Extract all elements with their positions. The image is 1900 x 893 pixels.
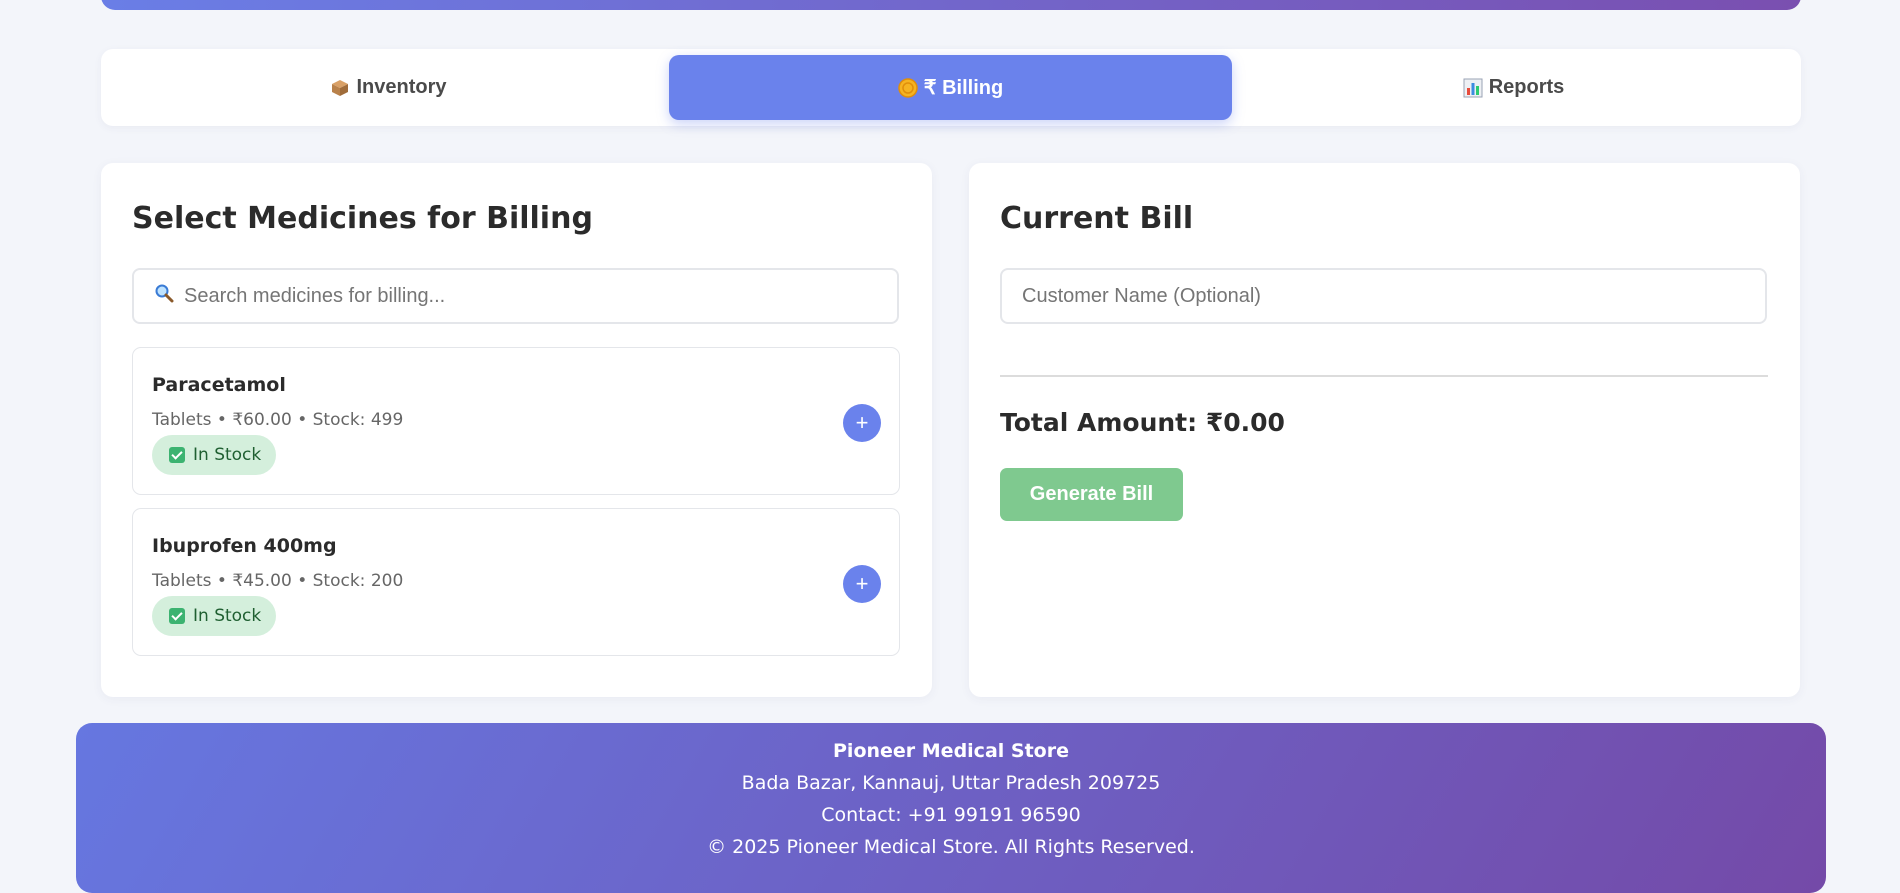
tab-inventory[interactable]: Inventory — [107, 55, 670, 120]
badge-label: In Stock — [193, 445, 262, 465]
tab-reports[interactable]: Reports — [1232, 55, 1795, 120]
check-icon — [169, 608, 185, 624]
stock-status-badge: In Stock — [152, 435, 277, 475]
coin-icon — [898, 77, 918, 98]
medicine-card: Ibuprofen 400mg Tablets • ₹45.00 • Stock… — [132, 508, 900, 656]
total-amount: Total Amount: ₹0.00 — [1000, 408, 1285, 437]
store-address: Bada Bazar, Kannauj, Uttar Pradesh 20972… — [741, 772, 1161, 794]
copyright: © 2025 Pioneer Medical Store. All Rights… — [707, 836, 1195, 858]
tab-label: ₹ Billing — [923, 77, 1004, 99]
medicine-selection-panel: Select Medicines for Billing Search medi… — [101, 163, 932, 697]
footer: Pioneer Medical Store Bada Bazar, Kannau… — [76, 723, 1826, 893]
panel-title: Current Bill — [1000, 201, 1194, 236]
customer-name-input[interactable]: Customer Name (Optional) — [1000, 268, 1767, 324]
medicine-search-input[interactable]: Search medicines for billing... — [132, 268, 899, 324]
stock-status-badge: In Stock — [152, 596, 277, 636]
bar-chart-icon — [1463, 78, 1483, 98]
medicine-details: Tablets • ₹60.00 • Stock: 499 — [152, 410, 404, 430]
search-icon — [154, 283, 174, 309]
check-icon — [169, 447, 185, 463]
medicine-name: Paracetamol — [152, 374, 286, 396]
tab-label: Reports — [1488, 76, 1565, 98]
package-icon — [330, 78, 350, 98]
customer-placeholder: Customer Name (Optional) — [1022, 284, 1261, 307]
add-medicine-button[interactable]: + — [843, 404, 881, 442]
tab-billing[interactable]: ₹ Billing — [669, 55, 1232, 120]
generate-bill-button[interactable]: Generate Bill — [1000, 468, 1183, 521]
store-name: Pioneer Medical Store — [833, 740, 1069, 762]
current-bill-panel: Current Bill Customer Name (Optional) To… — [969, 163, 1800, 697]
search-placeholder: Search medicines for billing... — [184, 284, 446, 307]
medicine-card: Paracetamol Tablets • ₹60.00 • Stock: 49… — [132, 347, 900, 495]
tab-label: Inventory — [356, 76, 447, 98]
medicine-details: Tablets • ₹45.00 • Stock: 200 — [152, 571, 404, 591]
divider — [1000, 375, 1768, 377]
medicine-name: Ibuprofen 400mg — [152, 535, 337, 557]
tab-bar: Inventory ₹ Billing Reports — [101, 49, 1801, 126]
header-banner-edge — [101, 0, 1801, 10]
badge-label: In Stock — [193, 606, 262, 626]
panel-title: Select Medicines for Billing — [132, 201, 593, 236]
store-contact: Contact: +91 99191 96590 — [821, 804, 1081, 826]
add-medicine-button[interactable]: + — [843, 565, 881, 603]
